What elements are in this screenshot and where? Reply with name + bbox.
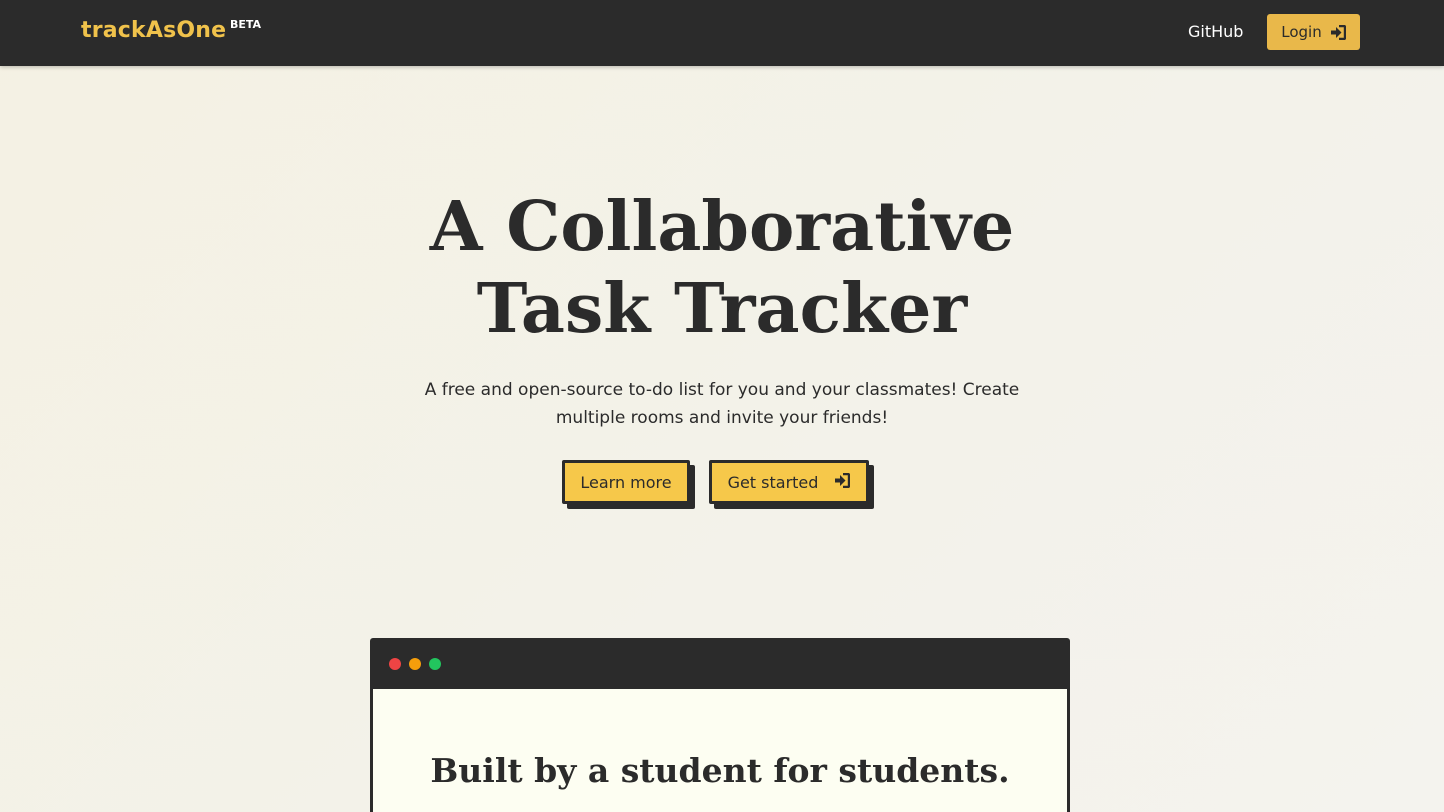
login-label: Login xyxy=(1281,23,1322,41)
hero-title-line1: A Collaborative xyxy=(429,187,1015,267)
brand-logo[interactable]: trackAsOne xyxy=(81,18,226,43)
get-started-label: Get started xyxy=(727,472,819,492)
hero-title-line2: Task Tracker xyxy=(476,269,968,349)
learn-more-button[interactable]: Learn more xyxy=(562,460,690,504)
hero-subtitle: A free and open-source to-do list for yo… xyxy=(382,376,1062,432)
sign-in-icon xyxy=(1330,24,1346,40)
login-button[interactable]: Login xyxy=(1267,14,1360,50)
hero-subtitle-line2: multiple rooms and invite your friends! xyxy=(555,408,889,428)
hero-title: A Collaborative Task Tracker xyxy=(322,186,1122,350)
hero-subtitle-line1: A free and open-source to-do list for yo… xyxy=(424,380,1020,400)
github-link[interactable]: GitHub xyxy=(1188,22,1243,41)
preview-window: Built by a student for students. xyxy=(370,638,1070,812)
learn-more-label: Learn more xyxy=(580,472,672,492)
preview-heading: Built by a student for students. xyxy=(430,751,1010,790)
get-started-button[interactable]: Get started xyxy=(709,460,869,504)
window-close-dot xyxy=(389,658,401,670)
window-minimize-dot xyxy=(409,658,421,670)
navbar: trackAsOne BETA GitHub Login xyxy=(0,0,1444,66)
preview-window-body: Built by a student for students. xyxy=(373,689,1067,812)
beta-badge: BETA xyxy=(230,18,262,31)
sign-in-icon xyxy=(834,472,851,492)
window-maximize-dot xyxy=(429,658,441,670)
